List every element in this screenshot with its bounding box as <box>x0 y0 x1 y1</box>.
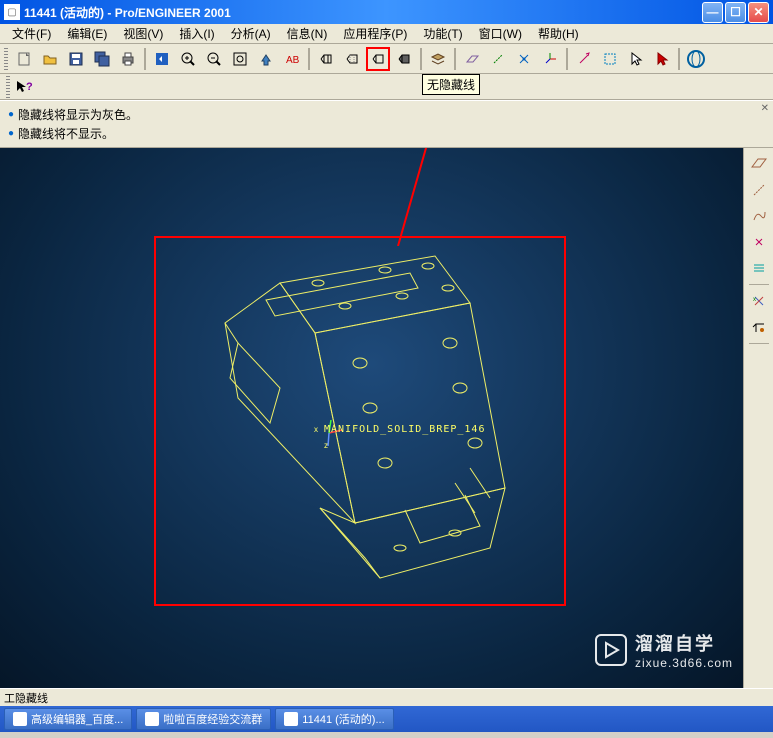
secondary-toolbar: ? <box>0 74 773 100</box>
view-button[interactable]: AB <box>280 47 304 71</box>
shaded-button[interactable] <box>392 47 416 71</box>
svg-text:?: ? <box>26 81 33 93</box>
bullet-icon: ● <box>8 128 14 139</box>
svg-text:z: z <box>324 441 328 448</box>
side-curve-button[interactable] <box>747 204 771 228</box>
message-line-1: ● 隐藏线将显示为灰色。 <box>8 105 765 124</box>
toolbar-grip[interactable] <box>4 48 8 70</box>
taskbar: 高级编辑器_百度... 啦啦百度经验交流群 11441 (活动的)... <box>0 706 773 732</box>
menu-application[interactable]: 应用程序(P) <box>335 23 415 44</box>
select-arrow-button[interactable] <box>572 47 596 71</box>
select-filter-button[interactable] <box>598 47 622 71</box>
taskbar-item-3[interactable]: 11441 (活动的)... <box>275 708 393 730</box>
cursor-button[interactable] <box>624 47 648 71</box>
help-icon-button[interactable] <box>684 47 708 71</box>
side-sketch-button[interactable]: x <box>747 289 771 313</box>
zoom-in-button[interactable] <box>176 47 200 71</box>
datum-csys-button[interactable] <box>538 47 562 71</box>
annotation-arrow <box>396 148 456 246</box>
app-icon: ▢ <box>4 4 20 20</box>
task-icon <box>284 712 298 726</box>
task-label-1: 高级编辑器_百度... <box>31 711 123 727</box>
no-hidden-line-button[interactable] <box>366 47 390 71</box>
print-button[interactable] <box>116 47 140 71</box>
side-coord-button[interactable] <box>747 315 771 339</box>
svg-text:x: x <box>753 297 756 303</box>
watermark: 溜溜自学 zixue.3d66.com <box>595 630 733 670</box>
message-panel: ● 隐藏线将显示为灰色。 ● 隐藏线将不显示。 ✕ <box>0 100 773 148</box>
menu-help[interactable]: 帮助(H) <box>530 23 587 44</box>
whats-this-button[interactable]: ? <box>12 75 36 99</box>
message-text-2: 隐藏线将不显示。 <box>18 125 114 142</box>
task-label-3: 11441 (活动的)... <box>302 711 384 727</box>
message-line-2: ● 隐藏线将不显示。 <box>8 124 765 143</box>
task-label-2: 啦啦百度经验交流群 <box>163 711 262 727</box>
status-bar: 工隐藏线 <box>0 688 773 706</box>
toolbar-grip-2[interactable] <box>6 76 10 98</box>
menu-file[interactable]: 文件(F) <box>4 23 59 44</box>
menu-info[interactable]: 信息(N) <box>279 23 336 44</box>
model-label: MANIFOLD_SOLID_BREP_146 <box>324 424 485 435</box>
side-plane-button[interactable] <box>747 152 771 176</box>
side-toolbar: x <box>743 148 773 688</box>
main-toolbar: AB 无隐藏线 <box>0 44 773 74</box>
status-text: 工隐藏线 <box>4 690 48 706</box>
svg-text:x: x <box>314 425 318 434</box>
tooltip: 无隐藏线 <box>422 74 480 95</box>
task-icon <box>145 712 159 726</box>
regen-button[interactable] <box>150 47 174 71</box>
datum-plane-button[interactable] <box>460 47 484 71</box>
viewport[interactable]: x z MANIFOLD_SOLID_BREP_146 溜溜自学 zixue.3… <box>0 148 743 688</box>
save-copy-button[interactable] <box>90 47 114 71</box>
datum-point-button[interactable] <box>512 47 536 71</box>
model-wireframe <box>170 248 550 588</box>
titlebar: ▢ 11441 (活动的) - Pro/ENGINEER 2001 — ☐ ✕ <box>0 0 773 24</box>
message-text-1: 隐藏线将显示为灰色。 <box>18 106 138 123</box>
close-button[interactable]: ✕ <box>748 2 769 23</box>
query-button[interactable] <box>650 47 674 71</box>
taskbar-item-1[interactable]: 高级编辑器_百度... <box>4 708 132 730</box>
datum-axis-button[interactable] <box>486 47 510 71</box>
side-point-button[interactable] <box>747 230 771 254</box>
hidden-line-button[interactable] <box>340 47 364 71</box>
message-close-icon[interactable]: ✕ <box>761 103 769 114</box>
menu-function[interactable]: 功能(T) <box>415 23 470 44</box>
bullet-icon: ● <box>8 109 14 120</box>
side-csys-button[interactable] <box>747 256 771 280</box>
side-axis-button[interactable] <box>747 178 771 202</box>
taskbar-item-2[interactable]: 啦啦百度经验交流群 <box>136 708 271 730</box>
menu-insert[interactable]: 插入(I) <box>171 23 222 44</box>
menu-edit[interactable]: 编辑(E) <box>59 23 115 44</box>
main-area: x z MANIFOLD_SOLID_BREP_146 溜溜自学 zixue.3… <box>0 148 773 688</box>
task-icon <box>13 712 27 726</box>
layers-button[interactable] <box>426 47 450 71</box>
watermark-brand: 溜溜自学 <box>635 630 733 656</box>
wireframe-button[interactable] <box>314 47 338 71</box>
window-controls: — ☐ ✕ <box>702 2 769 23</box>
orient-button[interactable] <box>254 47 278 71</box>
watermark-url: zixue.3d66.com <box>635 656 733 670</box>
maximize-button[interactable]: ☐ <box>725 2 746 23</box>
zoom-fit-button[interactable] <box>228 47 252 71</box>
menu-analysis[interactable]: 分析(A) <box>223 23 279 44</box>
open-file-button[interactable] <box>38 47 62 71</box>
menubar: 文件(F) 编辑(E) 视图(V) 插入(I) 分析(A) 信息(N) 应用程序… <box>0 24 773 44</box>
watermark-play-icon <box>595 634 627 666</box>
new-file-button[interactable] <box>12 47 36 71</box>
svg-text:AB: AB <box>286 55 300 66</box>
save-button[interactable] <box>64 47 88 71</box>
menu-window[interactable]: 窗口(W) <box>471 23 530 44</box>
minimize-button[interactable]: — <box>702 2 723 23</box>
titlebar-text: 11441 (活动的) - Pro/ENGINEER 2001 <box>24 4 702 21</box>
menu-view[interactable]: 视图(V) <box>115 23 171 44</box>
zoom-out-button[interactable] <box>202 47 226 71</box>
